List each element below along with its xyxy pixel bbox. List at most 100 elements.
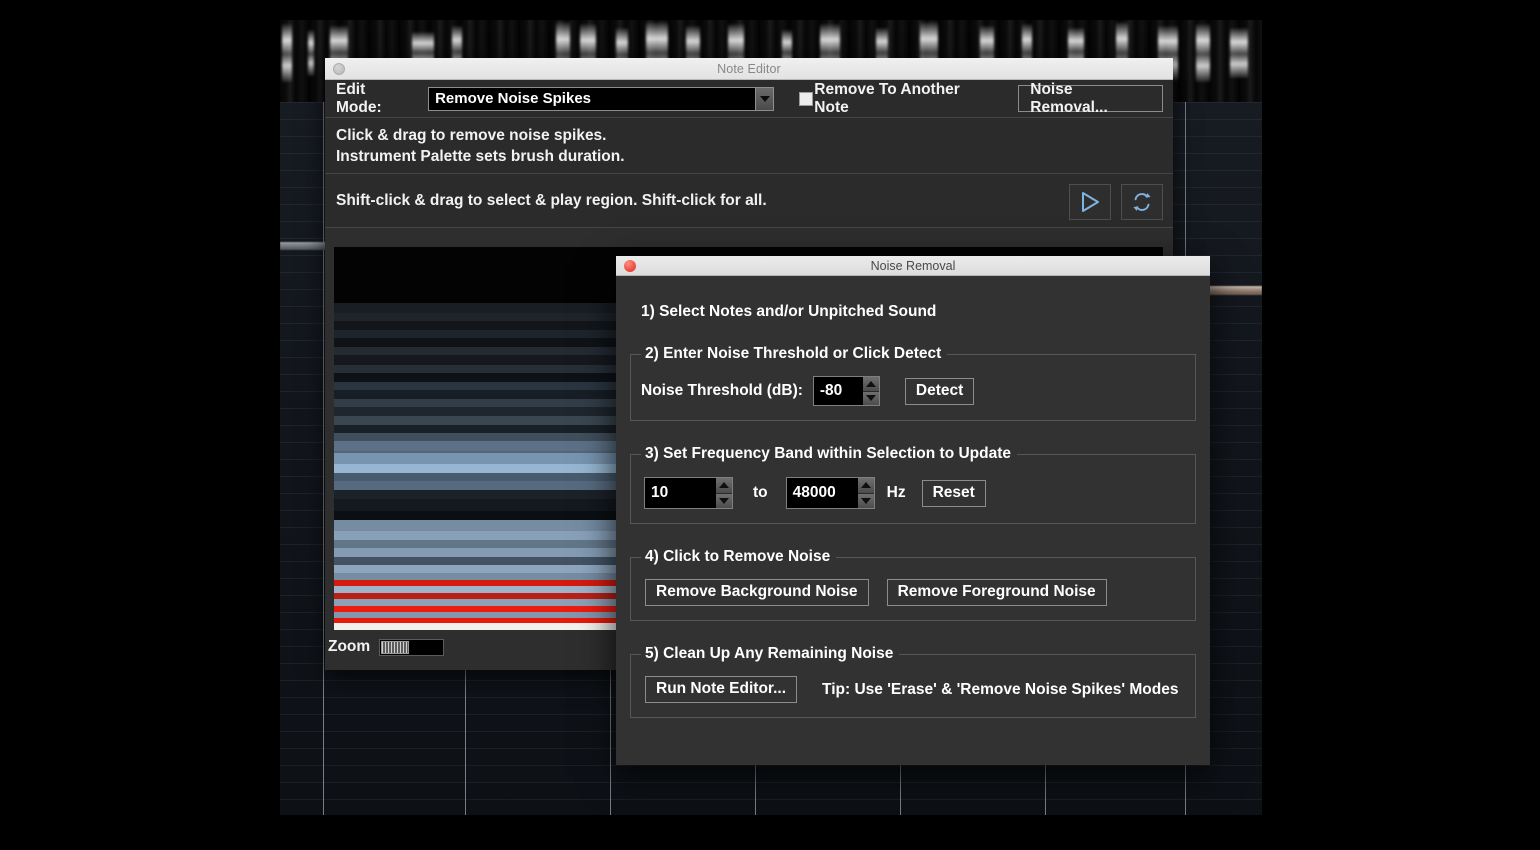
note-editor-titlebar[interactable]: Note Editor bbox=[325, 58, 1173, 80]
note-editor-hint-panel: Click & drag to remove noise spikes. Ins… bbox=[325, 118, 1173, 174]
spectrogram-cell bbox=[512, 399, 571, 407]
spectrogram-cell bbox=[512, 425, 571, 433]
spectrogram-cell bbox=[334, 330, 393, 338]
stepper-down-icon[interactable] bbox=[716, 493, 732, 508]
frequency-low-input[interactable]: 10 bbox=[644, 477, 716, 509]
window-close-icon[interactable] bbox=[333, 63, 345, 75]
spectrogram-cell bbox=[452, 623, 511, 630]
play-button[interactable] bbox=[1069, 184, 1111, 220]
spectrogram-cell bbox=[512, 531, 571, 540]
step3-row: 10 to 48000 Hz Reset bbox=[641, 463, 1185, 509]
spectrogram-cell bbox=[393, 247, 452, 303]
remove-background-noise-button[interactable]: Remove Background Noise bbox=[645, 579, 869, 606]
frequency-high-input[interactable]: 48000 bbox=[785, 477, 858, 509]
spectrogram-cell bbox=[334, 511, 393, 520]
spectrogram-cell bbox=[334, 520, 393, 531]
noise-threshold-stepper[interactable]: -80 bbox=[812, 376, 880, 406]
close-icon[interactable] bbox=[624, 260, 636, 272]
spectrogram-cell bbox=[452, 557, 511, 565]
spectrogram-cell bbox=[334, 365, 393, 373]
note-editor-toolbar: Edit Mode: Remove Noise Spikes Remove To… bbox=[325, 80, 1173, 118]
spectrogram-cell bbox=[452, 540, 511, 548]
spectrogram-cell bbox=[334, 425, 393, 433]
spectrogram-cell bbox=[393, 382, 452, 390]
spectrogram-cell bbox=[512, 330, 571, 338]
spectrogram-cell bbox=[334, 464, 393, 473]
stepper-down-icon[interactable] bbox=[862, 391, 879, 405]
spectrogram-cell bbox=[393, 453, 452, 464]
noise-removal-titlebar[interactable]: Noise Removal bbox=[616, 256, 1210, 276]
spectrogram-cell bbox=[393, 390, 452, 399]
spectrogram-cell bbox=[452, 453, 511, 464]
spectrogram-cell bbox=[452, 321, 511, 330]
hz-unit-label: Hz bbox=[886, 484, 906, 501]
noise-removal-dialog: Noise Removal 1) Select Notes and/or Unp… bbox=[616, 256, 1210, 765]
spectrogram-cell bbox=[393, 623, 452, 630]
stepper-down-icon[interactable] bbox=[857, 493, 874, 508]
spectrogram-cell bbox=[393, 303, 452, 313]
spectrogram-cell bbox=[512, 511, 571, 520]
detect-button[interactable]: Detect bbox=[904, 377, 975, 405]
spectrogram-cell bbox=[512, 623, 571, 630]
step4-title: 4) Click to Remove Noise bbox=[645, 548, 831, 565]
spectrogram-cell bbox=[334, 531, 393, 540]
spectrogram-cell bbox=[334, 623, 393, 630]
reset-button[interactable]: Reset bbox=[921, 479, 986, 507]
spectrogram-cell bbox=[512, 382, 571, 390]
spectrogram-cell bbox=[512, 313, 571, 321]
noise-threshold-input[interactable]: -80 bbox=[812, 376, 863, 406]
remove-to-another-note-checkbox[interactable] bbox=[799, 91, 814, 106]
noise-removal-title: Noise Removal bbox=[870, 258, 956, 273]
note-editor-selection-hint-panel: Shift-click & drag to select & play regi… bbox=[325, 174, 1173, 228]
spectrogram-cell bbox=[512, 490, 571, 499]
spectrogram-cell bbox=[512, 565, 571, 573]
noise-threshold-arrows[interactable] bbox=[862, 376, 880, 406]
stepper-up-icon[interactable] bbox=[857, 478, 874, 494]
spectrogram-cell bbox=[334, 433, 393, 441]
step3-group: 3) Set Frequency Band within Selection t… bbox=[630, 445, 1196, 524]
spectrogram-cell bbox=[512, 365, 571, 373]
spectrogram-cell bbox=[393, 548, 452, 557]
spectrogram-cell bbox=[452, 599, 511, 606]
loop-button[interactable] bbox=[1121, 184, 1163, 220]
spectrogram-cell bbox=[393, 499, 452, 511]
frequency-low-arrows[interactable] bbox=[716, 477, 733, 509]
spectrogram-cell bbox=[452, 416, 511, 425]
zoom-slider-thumb[interactable] bbox=[381, 640, 410, 654]
loop-refresh-icon bbox=[1133, 193, 1151, 211]
remove-foreground-noise-button[interactable]: Remove Foreground Noise bbox=[886, 579, 1107, 606]
spectrogram-cell bbox=[452, 407, 511, 416]
spectrogram-cell bbox=[452, 511, 511, 520]
spectrogram-cell bbox=[512, 433, 571, 441]
frequency-low-stepper[interactable]: 10 bbox=[644, 477, 733, 509]
chevron-down-icon[interactable] bbox=[755, 86, 775, 111]
spectrogram-cell bbox=[452, 548, 511, 557]
spectrogram-cell bbox=[512, 599, 571, 606]
spectrogram-cell bbox=[452, 365, 511, 373]
spectrogram-cell bbox=[452, 303, 511, 313]
hint-line-2: Instrument Palette sets brush duration. bbox=[336, 148, 625, 165]
stepper-up-icon[interactable] bbox=[862, 377, 879, 392]
spectrogram-cell bbox=[452, 441, 511, 453]
zoom-control[interactable]: Zoom bbox=[328, 638, 445, 656]
spectrogram-cell bbox=[393, 540, 452, 548]
zoom-slider[interactable] bbox=[379, 638, 445, 656]
hint-line-3: Shift-click & drag to select & play regi… bbox=[336, 191, 767, 209]
spectrogram-cell bbox=[393, 338, 452, 347]
spectrogram-cell bbox=[393, 531, 452, 540]
spectrogram-cell bbox=[512, 441, 571, 453]
stepper-up-icon[interactable] bbox=[716, 478, 732, 494]
spectrogram-cell bbox=[452, 425, 511, 433]
play-triangle-icon bbox=[1082, 192, 1099, 212]
edit-mode-dropdown[interactable]: Remove Noise Spikes bbox=[428, 86, 775, 111]
spectrogram-cell bbox=[393, 599, 452, 606]
frequency-high-stepper[interactable]: 48000 bbox=[785, 477, 875, 509]
run-note-editor-button[interactable]: Run Note Editor... bbox=[645, 676, 798, 703]
step5-group: 5) Clean Up Any Remaining Noise Run Note… bbox=[630, 645, 1196, 718]
spectrogram-cell bbox=[393, 520, 452, 531]
frequency-high-arrows[interactable] bbox=[857, 477, 875, 509]
remove-to-another-note-group[interactable]: Remove To Another Note bbox=[799, 81, 993, 117]
spectrogram-cell bbox=[512, 586, 571, 593]
step5-title: 5) Clean Up Any Remaining Noise bbox=[645, 645, 894, 662]
noise-removal-button[interactable]: Noise Removal... bbox=[1018, 81, 1163, 116]
